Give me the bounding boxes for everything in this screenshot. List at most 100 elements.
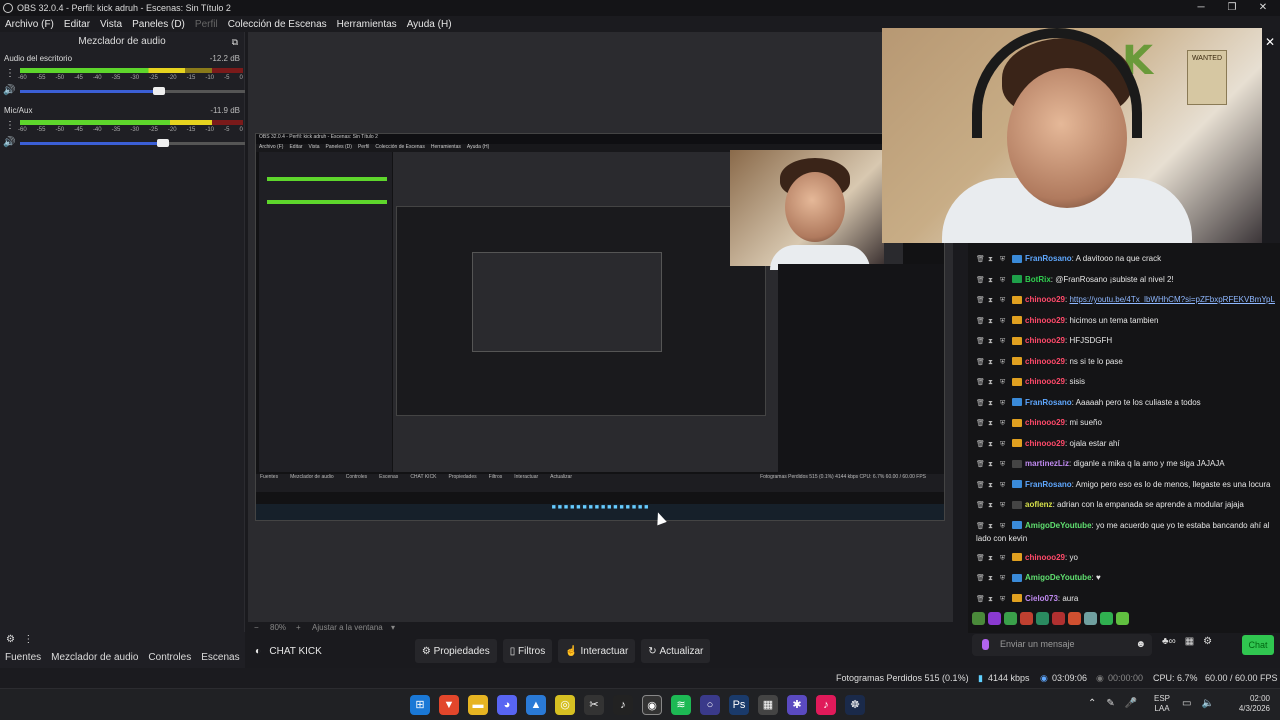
chat-username[interactable]: AmigoDeYoutube bbox=[1025, 521, 1092, 530]
delete-icon[interactable]: 🗑 bbox=[976, 316, 985, 328]
chevron-up-icon[interactable]: ⌃ bbox=[1088, 698, 1096, 709]
emote-icon[interactable] bbox=[1100, 612, 1113, 625]
ban-icon[interactable]: ⛨ bbox=[1000, 553, 1006, 565]
emoji-icon[interactable]: ☻ bbox=[1135, 639, 1146, 650]
tiktok-live-icon[interactable]: ♪ bbox=[816, 695, 836, 715]
chat-message-input[interactable]: Enviar un mensaje ☻ bbox=[972, 634, 1152, 656]
chat-username[interactable]: chinooo29 bbox=[1025, 553, 1065, 562]
emote-icon[interactable] bbox=[1084, 612, 1097, 625]
delete-icon[interactable]: 🗑 bbox=[976, 553, 985, 565]
speaker-icon[interactable]: 🔊 bbox=[3, 85, 15, 96]
chat-username[interactable]: chinooo29 bbox=[1025, 357, 1065, 366]
refresh-button[interactable]: ↻ Actualizar bbox=[641, 639, 711, 663]
ban-icon[interactable]: ⛨ bbox=[1000, 573, 1006, 585]
delete-icon[interactable]: 🗑 bbox=[976, 439, 985, 451]
app2-icon[interactable]: ○ bbox=[700, 695, 720, 715]
delete-icon[interactable]: 🗑 bbox=[976, 295, 985, 307]
monitor-icon[interactable]: ▭ bbox=[1182, 698, 1191, 709]
timeout-icon[interactable]: ⧗ bbox=[988, 500, 994, 512]
timeout-icon[interactable]: ⧗ bbox=[988, 418, 994, 430]
emote-icon[interactable] bbox=[1036, 612, 1049, 625]
discord-icon[interactable]: ◕ bbox=[497, 695, 517, 715]
chat-username[interactable]: AmigoDeYoutube bbox=[1025, 573, 1092, 582]
fit-window-label[interactable]: Ajustar a la ventana bbox=[312, 623, 383, 632]
emote-icon[interactable] bbox=[1116, 612, 1129, 625]
ban-icon[interactable]: ⛨ bbox=[1000, 295, 1006, 307]
chat-settings-icon[interactable]: ⚙ bbox=[1203, 636, 1212, 647]
chat-username[interactable]: Cielo073 bbox=[1025, 594, 1058, 603]
menu-coleccion-escenas[interactable]: Colección de Escenas bbox=[228, 19, 327, 30]
ban-icon[interactable]: ⛨ bbox=[1000, 439, 1006, 451]
delete-icon[interactable]: 🗑 bbox=[976, 594, 985, 606]
ban-icon[interactable]: ⛨ bbox=[1000, 336, 1006, 348]
emote-icon[interactable] bbox=[1068, 612, 1081, 625]
photoshop-icon[interactable]: Ps bbox=[729, 695, 749, 715]
delete-icon[interactable]: 🗑 bbox=[976, 275, 985, 287]
timeout-icon[interactable]: ⧗ bbox=[988, 377, 994, 389]
menu-perfil[interactable]: Perfil bbox=[195, 19, 218, 30]
timeout-icon[interactable]: ⧗ bbox=[988, 316, 994, 328]
delete-icon[interactable]: 🗑 bbox=[976, 573, 985, 585]
minimize-button[interactable]: ─ bbox=[1186, 0, 1216, 16]
emote-icon[interactable] bbox=[1020, 612, 1033, 625]
chat-username[interactable]: chinooo29 bbox=[1025, 316, 1065, 325]
ban-icon[interactable]: ⛨ bbox=[1000, 459, 1006, 471]
mic-tray-icon[interactable]: 🎤 bbox=[1125, 698, 1137, 709]
tab-fuentes[interactable]: Fuentes bbox=[0, 650, 46, 665]
volume-icon[interactable]: 🔈 bbox=[1201, 698, 1213, 709]
capcut-icon[interactable]: ✂ bbox=[584, 695, 604, 715]
zoom-in-icon[interactable]: + bbox=[296, 623, 301, 632]
timeout-icon[interactable]: ⧗ bbox=[988, 439, 994, 451]
delete-icon[interactable]: 🗑 bbox=[976, 521, 985, 533]
emote-icon[interactable] bbox=[1004, 612, 1017, 625]
interact-button[interactable]: ☝ Interactuar bbox=[558, 639, 636, 663]
chat-username[interactable]: chinooo29 bbox=[1025, 418, 1065, 427]
gift-icon[interactable]: ▦ bbox=[1185, 636, 1194, 647]
filters-button[interactable]: ▯ Filtros bbox=[502, 639, 553, 663]
timeout-icon[interactable]: ⧗ bbox=[988, 254, 994, 266]
delete-icon[interactable]: 🗑 bbox=[976, 480, 985, 492]
chat-link[interactable]: https://youtu.be/4Tx_lbWHhCM?si=pZFbxpRF… bbox=[1069, 295, 1275, 304]
timeout-icon[interactable]: ⧗ bbox=[988, 295, 994, 307]
photos-icon[interactable]: ▲ bbox=[526, 695, 546, 715]
emote-icon[interactable] bbox=[1052, 612, 1065, 625]
delete-icon[interactable]: 🗑 bbox=[976, 377, 985, 389]
chat-username[interactable]: FranRosano bbox=[1025, 480, 1072, 489]
ban-icon[interactable]: ⛨ bbox=[1000, 377, 1006, 389]
chat-username[interactable]: FranRosano bbox=[1025, 254, 1072, 263]
tiktok-icon[interactable]: ♪ bbox=[613, 695, 633, 715]
ban-icon[interactable]: ⛨ bbox=[1000, 418, 1006, 430]
steam-icon[interactable]: ☸ bbox=[845, 695, 865, 715]
menu-editar[interactable]: Editar bbox=[64, 19, 90, 30]
menu-paneles[interactable]: Paneles (D) bbox=[132, 19, 185, 30]
chat-username[interactable]: chinooo29 bbox=[1025, 377, 1065, 386]
timeout-icon[interactable]: ⧗ bbox=[988, 573, 994, 585]
tab-controles[interactable]: Controles bbox=[143, 650, 196, 665]
zoom-out-icon[interactable]: − bbox=[254, 623, 259, 632]
windows-start-icon[interactable]: ⊞ bbox=[410, 695, 430, 715]
volume-knob[interactable] bbox=[152, 87, 165, 95]
spotify-icon[interactable]: ≋ bbox=[671, 695, 691, 715]
chat-username[interactable]: aoflenz bbox=[1025, 500, 1053, 509]
timeout-icon[interactable]: ⧗ bbox=[988, 336, 994, 348]
users-icon[interactable]: ♣∞ bbox=[1162, 636, 1176, 647]
ban-icon[interactable]: ⛨ bbox=[1000, 521, 1006, 533]
ban-icon[interactable]: ⛨ bbox=[1000, 357, 1006, 369]
delete-icon[interactable]: 🗑 bbox=[976, 418, 985, 430]
close-button[interactable]: ✕ bbox=[1248, 0, 1278, 16]
settings-gear-icon[interactable]: ⚙ bbox=[6, 634, 15, 645]
volume-slider[interactable] bbox=[20, 139, 245, 147]
restore-button[interactable]: ❐ bbox=[1217, 0, 1247, 16]
speaker-icon[interactable]: 🔊 bbox=[3, 137, 15, 148]
menu-ayuda[interactable]: Ayuda (H) bbox=[407, 19, 452, 30]
delete-icon[interactable]: 🗑 bbox=[976, 398, 985, 410]
emote-icon[interactable] bbox=[988, 612, 1001, 625]
file-explorer-icon[interactable]: ▬ bbox=[468, 695, 488, 715]
timeout-icon[interactable]: ⧗ bbox=[988, 398, 994, 410]
ban-icon[interactable]: ⛨ bbox=[1000, 480, 1006, 492]
timeout-icon[interactable]: ⧗ bbox=[988, 521, 994, 533]
tab-escenas[interactable]: Escenas bbox=[196, 650, 244, 665]
track-menu-icon[interactable]: ⋮ bbox=[5, 120, 15, 131]
delete-icon[interactable]: 🗑 bbox=[976, 459, 985, 471]
mic-icon[interactable] bbox=[982, 639, 989, 650]
